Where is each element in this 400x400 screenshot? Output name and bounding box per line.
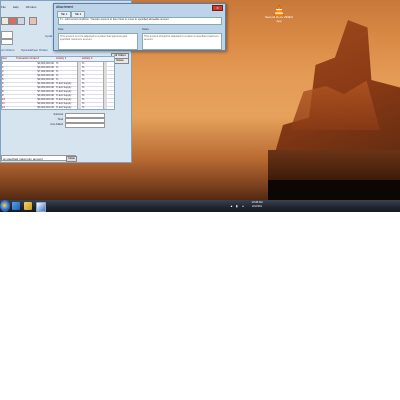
report-order-link[interactable]: ort Ordem xyxy=(1,48,15,52)
dialog-close-button[interactable]: X xyxy=(212,5,223,11)
vlc-icon-label: Second Rock VIDEO App xyxy=(264,15,293,23)
subtotal-label: Subtotal xyxy=(53,113,63,116)
taskbar-clock[interactable]: 10:38 AM 2/1/2011 xyxy=(250,201,264,209)
attachment-dialog: Attachment X Tab 1 Tab 2 Tx - Add record… xyxy=(53,3,226,51)
desert-ground xyxy=(268,150,400,182)
save-icon[interactable] xyxy=(9,17,17,25)
spreadsheet-order-link[interactable]: Spreadsheet Ordem xyxy=(21,48,48,52)
windows-start-icon[interactable] xyxy=(0,200,10,212)
notes-label: Notes xyxy=(142,28,149,31)
note-textarea[interactable]: This amount is to be adjusted to a place… xyxy=(58,33,138,50)
header-activity-1: Activity 1 xyxy=(56,57,67,60)
flag-icon[interactable]: ▲ xyxy=(230,204,233,208)
clock-date: 2/1/2011 xyxy=(252,205,262,208)
total-label: Total xyxy=(57,118,63,121)
toolbar xyxy=(1,17,41,25)
orders-table: Item Transaction Order # Activity 1 Acti… xyxy=(1,56,115,110)
menu-bar: File Help Window xyxy=(1,5,51,11)
taskbar xyxy=(0,200,400,212)
open-icon[interactable] xyxy=(29,17,37,25)
subtotal-row: Subtotal xyxy=(49,113,109,118)
amount-added-field[interactable] xyxy=(65,123,105,128)
new-icon[interactable] xyxy=(1,17,9,25)
close-button[interactable]: Close xyxy=(66,156,77,162)
note-label: Note xyxy=(58,28,64,31)
header-order: Transaction Order # xyxy=(16,57,39,60)
filter-field[interactable] xyxy=(1,39,13,45)
row-order-amount[interactable]: $0,000,000.00 xyxy=(16,106,54,109)
amount-added-label: Amt Added xyxy=(50,123,63,126)
menu-file[interactable]: File xyxy=(1,5,6,9)
ie-icon[interactable] xyxy=(12,202,20,210)
dialog-title: Attachment xyxy=(56,5,74,9)
update-link[interactable]: Upda xyxy=(45,34,52,38)
network-icon[interactable]: ▮ xyxy=(236,204,238,208)
folder-icon[interactable] xyxy=(24,202,32,210)
menu-help[interactable]: Help xyxy=(13,5,19,9)
description-field[interactable]: Tx - Add record condition. Transfer amou… xyxy=(58,17,222,25)
notes-textarea[interactable]: This amount should be adjusted to a plac… xyxy=(142,33,222,50)
volume-icon[interactable]: ◂ xyxy=(242,204,244,208)
print-icon[interactable] xyxy=(17,17,25,25)
media-player-icon[interactable] xyxy=(36,202,46,212)
header-activity-2: Activity 2 xyxy=(82,57,93,60)
status-bar: at specified maximum amount xyxy=(1,155,76,161)
row-item[interactable]: 12 xyxy=(2,106,14,109)
search-field[interactable] xyxy=(1,31,13,39)
chevron-down-icon[interactable] xyxy=(103,106,107,109)
total-row: Total xyxy=(49,118,109,123)
totals-panel: Subtotal Total Amt Added xyxy=(49,113,109,129)
chevron-down-icon[interactable] xyxy=(77,106,81,109)
menu-window[interactable]: Window xyxy=(26,5,37,9)
table-row[interactable]: 12 $0,000,000.00% Ext Supply% xyxy=(2,106,114,109)
header-item: Item xyxy=(2,57,8,60)
amount-added-row: Amt Added xyxy=(49,123,109,128)
